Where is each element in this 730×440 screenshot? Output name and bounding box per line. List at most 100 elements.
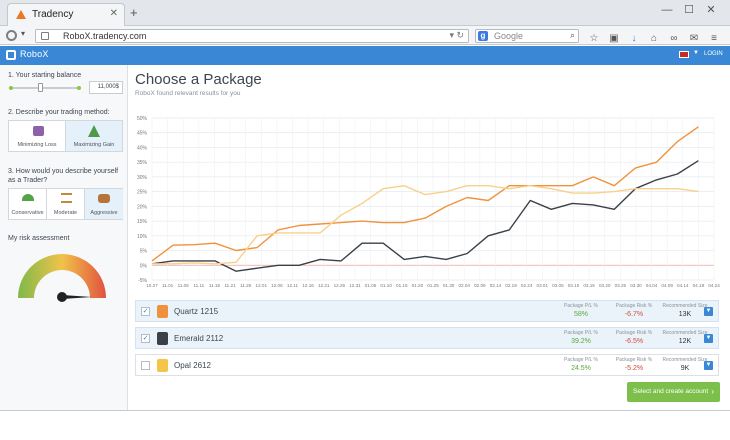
language-chevron-icon[interactable]: ▼ (693, 50, 699, 56)
maximize-icon[interactable]: ☐ (678, 1, 700, 19)
y-tick-label: 40% (137, 145, 148, 151)
risk-gauge (18, 254, 106, 302)
x-tick-label: 03.10 (568, 283, 580, 288)
package-checkbox[interactable]: ✓ (141, 307, 150, 316)
sync-icon[interactable]: ∞ (664, 32, 684, 46)
balance-slider-handle[interactable] (38, 83, 43, 92)
download-icon[interactable]: ↓ (624, 32, 644, 46)
chevron-down-icon[interactable]: ▾ (21, 29, 25, 38)
close-window-icon[interactable]: ✕ (700, 1, 722, 19)
search-engine-icon[interactable]: g (478, 31, 488, 41)
x-tick-label: 02.09 (474, 283, 486, 288)
clipboard-icon[interactable]: ▣ (604, 32, 624, 46)
x-tick-label: 11.21 (224, 283, 236, 288)
trader-label-text: Moderate (53, 210, 78, 216)
x-tick-label: 10.27 (146, 283, 158, 288)
search-bar[interactable]: g Google ⌕ (475, 29, 579, 43)
balance-slider-track[interactable] (10, 87, 80, 89)
x-tick-label: 11.06 (178, 283, 190, 288)
pl-header: Package P/L % (563, 330, 598, 336)
minimize-icon[interactable]: — (656, 1, 678, 19)
search-placeholder[interactable]: Google (494, 31, 523, 41)
uk-flag-icon[interactable] (679, 51, 689, 58)
search-icon[interactable]: ⌕ (570, 30, 575, 41)
y-tick-label: 0% (140, 263, 148, 269)
method-label-text: Maximizing Gain (73, 142, 115, 148)
size-header: Recommended Size (662, 357, 708, 363)
firefox-menu-icon[interactable] (6, 30, 17, 41)
x-tick-label: 03.01 (537, 283, 549, 288)
browser-tab[interactable]: Tradency ✕ (7, 3, 125, 26)
x-tick-label: 01.20 (412, 283, 424, 288)
risk-value: -6.5% (624, 338, 644, 345)
size-value: 13K (678, 311, 692, 318)
x-tick-label: 02.24 (521, 283, 533, 288)
cta-label: Select and create account (633, 388, 709, 395)
reload-icon[interactable]: ▾ ↻ (449, 30, 464, 41)
method-selector: Minimizing Loss Maximizing Gain (8, 120, 123, 152)
y-tick-label: 50% (137, 116, 148, 122)
toolbar-icons: ☆ ▣ ↓ ⌂ ∞ ✉ ≡ (584, 28, 724, 46)
page-subtitle: RoboX found relevant results for you (135, 90, 241, 97)
x-tick-label: 04.14 (677, 283, 689, 288)
trader-conservative[interactable]: Conservative (9, 189, 47, 219)
risk-value: -5.2% (624, 365, 644, 372)
package-pl: Package P/L % 58% (556, 303, 606, 318)
chevron-down-icon[interactable]: ▼ (704, 361, 713, 370)
package-name: Emerald 2112 (174, 334, 224, 343)
package-pl: Package P/L % 24.5% (556, 357, 606, 372)
package-row-opal[interactable]: Opal 2612 Package P/L % 24.5% Package Ri… (135, 354, 719, 376)
menu-icon[interactable]: ≡ (704, 32, 724, 46)
tab-title: Tradency (32, 9, 74, 20)
package-checkbox[interactable]: ✓ (141, 334, 150, 343)
bookmark-star-icon[interactable]: ☆ (584, 32, 604, 46)
method-minimizing-loss[interactable]: Minimizing Loss (9, 121, 66, 151)
pl-value: 58% (573, 311, 588, 318)
trader-moderate[interactable]: Moderate (47, 189, 85, 219)
pl-value: 24.5% (571, 365, 591, 372)
umbrella-icon (22, 194, 34, 201)
package-name: Opal 2612 (174, 361, 211, 370)
y-tick-label: 30% (137, 175, 148, 181)
x-tick-label: 02.04 (458, 283, 470, 288)
login-link[interactable]: LOGIN (704, 51, 723, 57)
chat-icon[interactable]: ✉ (684, 32, 704, 46)
size-header: Recommended Size (662, 330, 708, 336)
close-tab-icon[interactable]: ✕ (110, 8, 118, 19)
quartz-icon (157, 305, 168, 318)
risk-header: Package Risk % (615, 357, 653, 363)
balance-input[interactable]: 11,000$ (89, 81, 123, 94)
pl-header: Package P/L % (563, 357, 598, 363)
page-info-icon[interactable] (41, 32, 49, 40)
x-tick-label: 01.25 (427, 283, 439, 288)
window-controls: — ☐ ✕ (656, 0, 722, 20)
package-checkbox[interactable] (141, 361, 150, 370)
app-logo[interactable]: RoboX (20, 49, 49, 59)
method-label-text: Minimizing Loss (17, 142, 57, 148)
url-bar[interactable]: RoboX.tradency.com ▾ ↻ (35, 29, 469, 43)
browser-navbar: ▾ RoboX.tradency.com ▾ ↻ g Google ⌕ ☆ ▣ ↓ ⌂… (0, 26, 730, 45)
trader-aggressive[interactable]: Aggressive (85, 189, 123, 219)
url-text[interactable]: RoboX.tradency.com (63, 31, 146, 41)
x-tick-label: 04.04 (646, 283, 658, 288)
method-maximizing-gain[interactable]: Maximizing Gain (66, 121, 122, 151)
x-tick-label: 03.15 (583, 283, 595, 288)
x-tick-label: 11.26 (240, 283, 252, 288)
home-icon[interactable]: ⌂ (644, 32, 664, 46)
select-create-account-button[interactable]: Select and create account › (627, 382, 720, 402)
emerald-icon (157, 332, 168, 345)
pl-header: Package P/L % (563, 303, 598, 309)
opal-icon (157, 359, 168, 372)
x-tick-label: 02.19 (505, 283, 517, 288)
x-tick-label: 01.05 (365, 283, 377, 288)
series-line (151, 160, 699, 272)
x-tick-label: 03.05 (552, 283, 564, 288)
package-row-quartz[interactable]: ✓ Quartz 1215 Package P/L % 58% Package … (135, 300, 719, 322)
package-row-emerald[interactable]: ✓ Emerald 2112 Package P/L % 39.2% Packa… (135, 327, 719, 349)
chevron-down-icon[interactable]: ▼ (704, 307, 713, 316)
chevron-down-icon[interactable]: ▼ (704, 334, 713, 343)
package-size: Recommended Size 12K (660, 330, 710, 345)
risk-header: Package Risk % (615, 303, 653, 309)
y-tick-label: 20% (137, 204, 148, 210)
new-tab-button[interactable]: + (130, 6, 138, 19)
